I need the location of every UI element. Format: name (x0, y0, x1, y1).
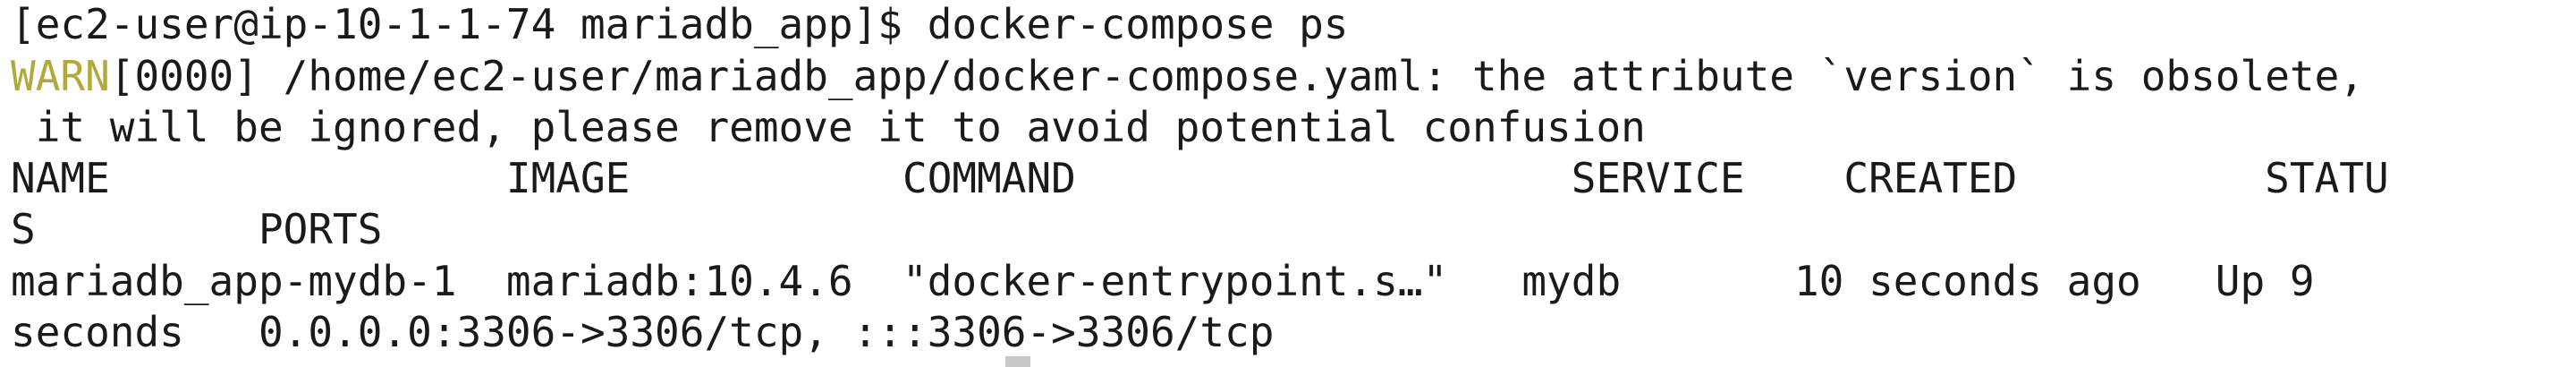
prompt-command-line: [ec2-user@ip-10-1-1-74 mariadb_app]$ doc… (11, 0, 1349, 48)
warning-continuation-line: it will be ignored, please remove it to … (11, 103, 1646, 151)
warning-line: WARN[0000] /home/ec2-user/mariadb_app/do… (11, 50, 2364, 102)
warn-tag: WARN (11, 52, 110, 100)
text-cursor (1005, 356, 1030, 367)
warning-message: [0000] /home/ec2-user/mariadb_app/docker… (109, 52, 2364, 100)
table-row-line: mariadb_app-mydb-1 mariadb:10.4.6 "docke… (11, 257, 2315, 305)
table-header-wrap-line: S PORTS (11, 205, 383, 253)
table-header-line: NAME IMAGE COMMAND SERVICE CREATED STATU (11, 154, 2389, 202)
table-row-wrap-line: seconds 0.0.0.0:3306->3306/tcp, :::3306-… (11, 308, 1275, 356)
terminal-window[interactable]: [ec2-user@ip-10-1-1-74 mariadb_app]$ doc… (0, 0, 2576, 367)
